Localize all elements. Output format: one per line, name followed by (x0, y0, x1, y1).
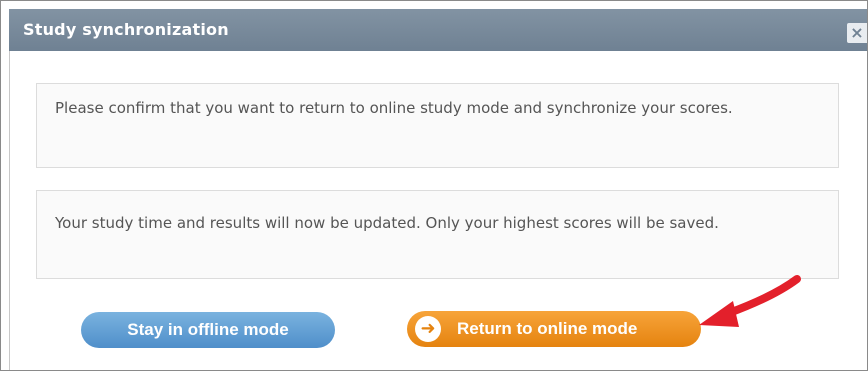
sync-dialog: Study synchronization × Please confirm t… (0, 0, 868, 371)
dialog-titlebar[interactable]: Study synchronization × (9, 9, 867, 51)
confirm-message: Please confirm that you want to return t… (55, 99, 733, 117)
info-message: Your study time and results will now be … (55, 214, 719, 232)
stay-offline-button[interactable]: Stay in offline mode (81, 312, 335, 348)
dialog-title: Study synchronization (23, 20, 229, 39)
return-online-label: Return to online mode (457, 319, 638, 338)
return-online-button[interactable]: ➜ Return to online mode (407, 311, 701, 347)
stay-offline-label: Stay in offline mode (127, 320, 289, 339)
annotation-arrow-icon (699, 275, 801, 327)
dialog-border (9, 51, 10, 370)
confirm-message-panel: Please confirm that you want to return t… (36, 83, 839, 168)
close-icon[interactable]: × (847, 23, 867, 43)
info-message-panel: Your study time and results will now be … (36, 190, 839, 279)
arrow-right-circle-icon: ➜ (415, 316, 441, 342)
